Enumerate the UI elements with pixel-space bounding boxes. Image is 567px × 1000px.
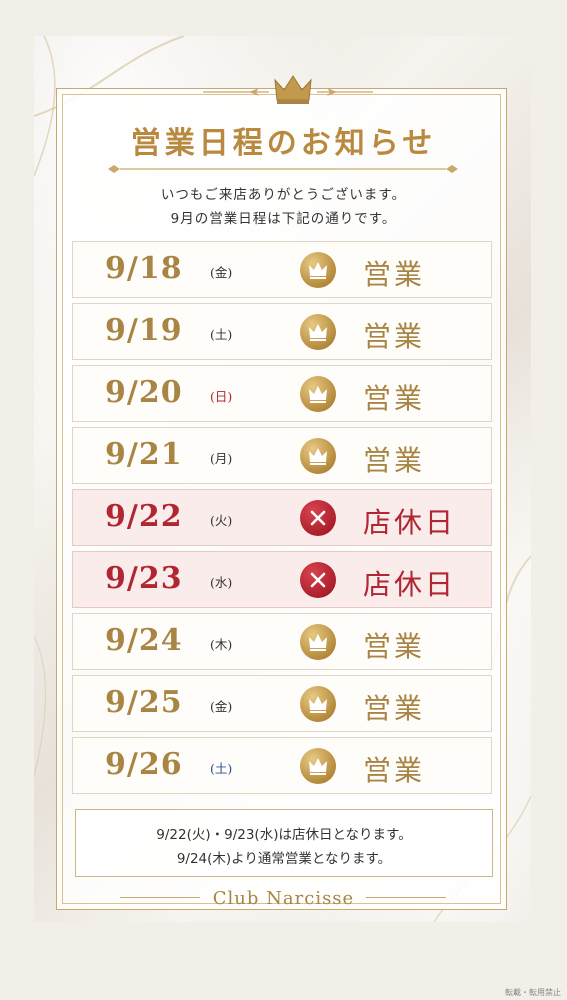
x-icon (300, 562, 336, 598)
schedule-date: 9/21 (105, 437, 183, 472)
schedule-status: 営業 (363, 630, 426, 663)
schedule-date: 9/26 (105, 747, 183, 782)
schedule-day-of-week: (水) (210, 575, 233, 590)
schedule-status: 店休日 (363, 568, 457, 601)
schedule-day-of-week: (金) (210, 265, 233, 280)
watermark: 転載・転用禁止 (505, 988, 561, 997)
schedule-status: 営業 (363, 692, 426, 725)
notice-line-2: 9/24(木)より通常営業となります。 (176, 851, 392, 867)
crown-icon (300, 314, 336, 350)
schedule-row: 9/20 (日) 営業 (72, 365, 492, 422)
intro-line-1: いつもご来店ありがとうございます。 (160, 187, 407, 203)
schedule-date: 9/20 (105, 375, 183, 410)
schedule-row: 9/22 (火) 店休日 (72, 489, 492, 546)
schedule-status: 営業 (363, 320, 426, 353)
schedule-day-of-week: (日) (210, 389, 233, 404)
schedule-status: 営業 (363, 754, 426, 787)
crown-icon (300, 438, 336, 474)
crown-icon (300, 748, 336, 784)
schedule-day-of-week: (土) (210, 761, 233, 776)
brand-rule-right (366, 897, 446, 898)
schedule-status: 営業 (363, 444, 426, 477)
schedule-row: 9/23 (水) 店休日 (72, 551, 492, 608)
schedule-day-of-week: (月) (210, 451, 233, 466)
schedule-date: 9/24 (105, 623, 183, 658)
page-title: 営業日程のお知らせ (130, 126, 437, 161)
header-crown-ornament (203, 75, 373, 104)
schedule-date: 9/18 (105, 251, 183, 286)
schedule-row: 9/26 (土) 営業 (72, 737, 492, 794)
schedule-day-of-week: (土) (210, 327, 233, 342)
schedule-list: 9/18 (金) 営業 9/19 (土) 営業 9/20 (日) 営業 9/21 (月) 営業 9/22… (72, 241, 492, 799)
schedule-status: 営業 (363, 382, 426, 415)
schedule-day-of-week: (木) (210, 637, 233, 652)
schedule-date: 9/19 (105, 313, 183, 348)
notice-box: 9/22(火)・9/23(水)は店休日となります。 9/24(木)より通常営業と… (75, 809, 493, 877)
schedule-row: 9/25 (金) 営業 (72, 675, 492, 732)
schedule-row: 9/18 (金) 営業 (72, 241, 492, 298)
schedule-date: 9/25 (105, 685, 183, 720)
schedule-row: 9/19 (土) 営業 (72, 303, 492, 360)
schedule-status: 営業 (363, 258, 426, 291)
crown-icon (300, 252, 336, 288)
schedule-status: 店休日 (363, 506, 457, 539)
crown-icon (300, 376, 336, 412)
brand-name: Club Narcisse (212, 888, 355, 909)
crown-icon (300, 624, 336, 660)
title-underline (108, 165, 458, 173)
crown-icon (300, 686, 336, 722)
schedule-date: 9/22 (105, 499, 183, 534)
schedule-row: 9/24 (木) 営業 (72, 613, 492, 670)
schedule-day-of-week: (金) (210, 699, 233, 714)
notice-line-1: 9/22(火)・9/23(水)は店休日となります。 (156, 827, 412, 843)
intro-line-2: 9月の営業日程は下記の通りです。 (170, 211, 397, 227)
schedule-day-of-week: (火) (210, 513, 233, 528)
x-icon (300, 500, 336, 536)
schedule-row: 9/21 (月) 営業 (72, 427, 492, 484)
schedule-date: 9/23 (105, 561, 183, 596)
